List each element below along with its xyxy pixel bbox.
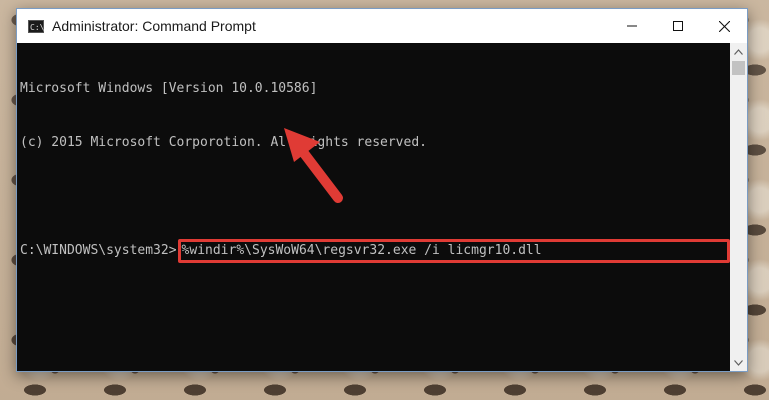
console-line: Microsoft Windows [Version 10.0.10586] <box>20 81 318 96</box>
command-input-highlight[interactable]: %windir%\SysWoW64\regsvr32.exe /i licmgr… <box>177 239 730 263</box>
prompt-line[interactable]: C:\WINDOWS\system32> %windir%\SysWoW64\re… <box>20 239 730 263</box>
scroll-down-button[interactable] <box>730 354 747 371</box>
close-icon <box>718 20 730 32</box>
scroll-thumb[interactable] <box>732 61 745 75</box>
window-controls <box>609 9 747 43</box>
close-button[interactable] <box>701 9 747 43</box>
vertical-scrollbar[interactable] <box>730 43 747 371</box>
maximize-button[interactable] <box>655 9 701 43</box>
red-arrow-annotation <box>284 128 343 203</box>
scroll-up-button[interactable] <box>730 43 747 60</box>
title-bar[interactable]: C:\ Administrator: Command Prompt <box>17 9 747 43</box>
console-line: (c) 2015 Microsoft Corporotion. All righ… <box>20 135 427 150</box>
minimize-icon <box>627 25 637 27</box>
minimize-button[interactable] <box>609 9 655 43</box>
window-title: Administrator: Command Prompt <box>52 18 256 34</box>
console-output[interactable]: Microsoft Windows [Version 10.0.10586] (… <box>17 43 730 371</box>
maximize-icon <box>673 21 683 31</box>
command-prompt-window[interactable]: C:\ Administrator: Command Prompt Micros… <box>16 8 748 372</box>
chevron-up-icon <box>734 48 743 55</box>
chevron-down-icon <box>734 359 743 366</box>
cmd-icon: C:\ <box>28 19 44 33</box>
prompt-path: C:\WINDOWS\system32> <box>20 243 177 258</box>
